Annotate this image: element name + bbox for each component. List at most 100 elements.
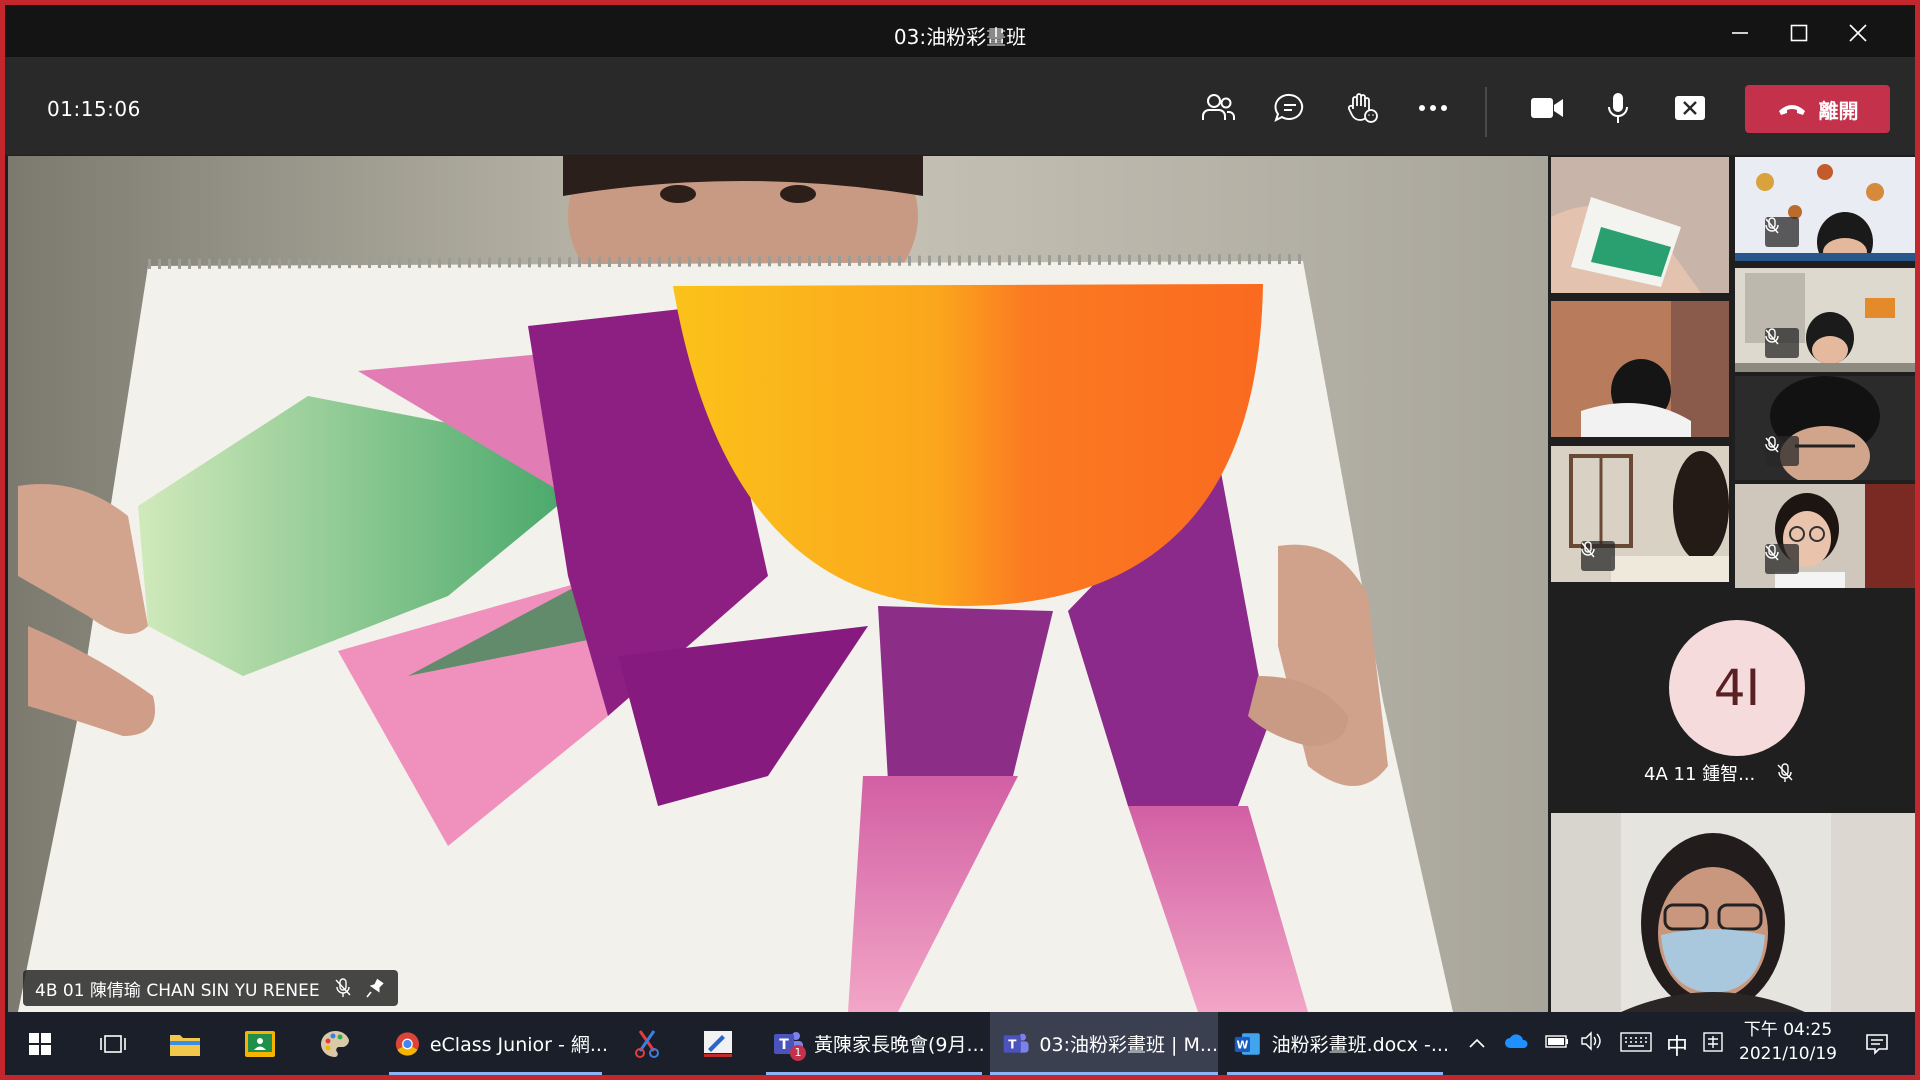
- taskbar-app-active-indicator: [990, 1072, 1218, 1075]
- video-tile-1[interactable]: [1551, 157, 1729, 293]
- teams-icon: T: [1003, 1033, 1029, 1053]
- video-tile-4[interactable]: [1551, 301, 1729, 437]
- taskbar-app-label: 油粉彩畫班.docx -...: [1271, 1034, 1449, 1056]
- close-icon: [1849, 24, 1867, 42]
- mic-off-icon: [1765, 328, 1779, 345]
- shared-artwork-video: [8, 156, 1548, 1012]
- leave-label: 離開: [1818, 98, 1859, 123]
- taskbar-app-label: 03:油粉彩畫班 | M...: [1039, 1034, 1218, 1056]
- toolbar-divider: [1485, 87, 1487, 137]
- svg-text:W: W: [1236, 1038, 1248, 1051]
- video-feed-5: [1735, 376, 1915, 480]
- chrome-icon: [395, 1031, 420, 1056]
- task-view-button[interactable]: [88, 1022, 138, 1066]
- taskbar-app-teams-meeting-1[interactable]: T 1 黃陳家長晚會(9月...: [760, 1012, 988, 1075]
- taskbar-clock[interactable]: 下午 04:25 2021/10/19: [1733, 1018, 1843, 1066]
- mic-off-icon: [1765, 217, 1779, 234]
- tile-5-muted: [1765, 436, 1799, 466]
- clock-date: 2021/10/19: [1739, 1044, 1837, 1064]
- avatar-name-row: 4A 11 鍾智...: [1644, 760, 1793, 786]
- video-tile-5[interactable]: [1735, 376, 1915, 480]
- video-tile-3[interactable]: [1735, 268, 1915, 372]
- video-tile-2[interactable]: [1735, 157, 1915, 261]
- participants-button[interactable]: [1188, 83, 1248, 133]
- more-actions-button[interactable]: [1403, 83, 1463, 133]
- avatar-participant-name: 4A 11 鍾智...: [1644, 764, 1756, 785]
- stage-participant-name: 4B 01 陳倩瑜 CHAN SIN YU RENEE: [35, 980, 320, 1001]
- chat-icon: [1274, 93, 1304, 122]
- video-feed-4: [1551, 301, 1729, 437]
- leave-button[interactable]: 離開: [1745, 85, 1890, 133]
- main-video-stage[interactable]: 4B 01 陳倩瑜 CHAN SIN YU RENEE: [8, 156, 1548, 1012]
- touch-keyboard-icon[interactable]: [1620, 1032, 1652, 1056]
- self-video-preview[interactable]: [1551, 813, 1915, 1012]
- file-explorer-button[interactable]: [160, 1022, 210, 1066]
- taskbar-app-open-indicator: [389, 1072, 602, 1075]
- maximize-button[interactable]: [1769, 13, 1829, 53]
- notifications-button[interactable]: [1852, 1022, 1902, 1066]
- share-screen-button[interactable]: [1660, 83, 1720, 133]
- paint-app-button[interactable]: [310, 1022, 360, 1066]
- teams-icon-wrap: T 1: [772, 1029, 806, 1061]
- video-feed-1: [1551, 157, 1729, 293]
- participant-avatar-card[interactable]: 4I 4A 11 鍾智...: [1549, 608, 1915, 813]
- meeting-toolbar: 01:15:06 離開: [5, 57, 1915, 155]
- taskbar-app-open-indicator: [1227, 1072, 1443, 1075]
- self-video-feed: [1551, 813, 1915, 1012]
- action-center-icon: [1866, 1034, 1888, 1055]
- taskbar-app-label: eClass Junior - 網...: [429, 1034, 608, 1056]
- mic-off-icon: [335, 978, 351, 997]
- battery-icon[interactable]: [1545, 1032, 1569, 1054]
- tray-overflow-icon[interactable]: [1468, 1034, 1486, 1053]
- video-feed-6: [1551, 446, 1729, 582]
- onedrive-icon[interactable]: [1504, 1032, 1530, 1054]
- chat-button[interactable]: [1260, 83, 1320, 133]
- tile-6-muted: [1581, 541, 1615, 571]
- reactions-icon: [1347, 93, 1378, 123]
- folder-icon: [170, 1035, 200, 1056]
- microphone-button[interactable]: [1588, 83, 1648, 133]
- taskbar-app-open-indicator: [766, 1072, 982, 1075]
- close-button[interactable]: [1828, 13, 1888, 53]
- maximize-icon: [1790, 24, 1808, 42]
- mic-off-icon: [1765, 436, 1779, 453]
- minimize-button[interactable]: [1710, 13, 1770, 53]
- notification-badge: 1: [790, 1044, 806, 1061]
- taskbar-app-chrome[interactable]: eClass Junior - 網...: [383, 1012, 608, 1075]
- pin-icon[interactable]: [366, 978, 384, 998]
- drawing-board-icon: [704, 1031, 732, 1057]
- snipping-tool-button[interactable]: [622, 1022, 672, 1066]
- microphone-icon: [1608, 93, 1628, 123]
- video-tile-6[interactable]: [1551, 446, 1729, 582]
- tile-2-muted: [1765, 217, 1799, 247]
- video-feed-7: [1735, 484, 1915, 588]
- windows-logo-icon: [29, 1033, 51, 1055]
- taskbar-app-teams-meeting-2[interactable]: T 03:油粉彩畫班 | M...: [990, 1012, 1218, 1075]
- volume-icon[interactable]: [1580, 1031, 1604, 1055]
- google-classroom-button[interactable]: [235, 1022, 285, 1066]
- classroom-icon: [245, 1031, 275, 1057]
- mic-off-icon: [1765, 544, 1779, 561]
- minimize-icon: [1732, 32, 1748, 34]
- camera-button[interactable]: [1517, 83, 1577, 133]
- task-view-icon: [100, 1035, 126, 1053]
- ime-indicator[interactable]: 中: [1666, 1029, 1688, 1061]
- svg-text:T: T: [1008, 1037, 1017, 1051]
- palette-icon: [321, 1030, 350, 1057]
- video-feed-2: [1735, 157, 1915, 261]
- scissors-icon: [635, 1030, 659, 1058]
- phone-hangup-icon: [1778, 105, 1805, 115]
- clock-time: 下午 04:25: [1743, 1020, 1833, 1040]
- reactions-button[interactable]: [1332, 83, 1392, 133]
- video-tile-7[interactable]: [1735, 484, 1915, 588]
- start-button[interactable]: [15, 1022, 65, 1066]
- video-feed-3: [1735, 268, 1915, 372]
- window-title: 03:油粉彩畫班: [893, 25, 1027, 49]
- ime-mode-icon[interactable]: [1702, 1031, 1724, 1057]
- drawing-app-button[interactable]: [693, 1022, 743, 1066]
- svg-text:T: T: [779, 1037, 789, 1053]
- tile-3-muted: [1765, 328, 1799, 358]
- camera-icon: [1531, 98, 1563, 118]
- mic-off-icon: [1581, 541, 1595, 558]
- taskbar-app-word[interactable]: W 油粉彩畫班.docx -...: [1221, 1012, 1449, 1075]
